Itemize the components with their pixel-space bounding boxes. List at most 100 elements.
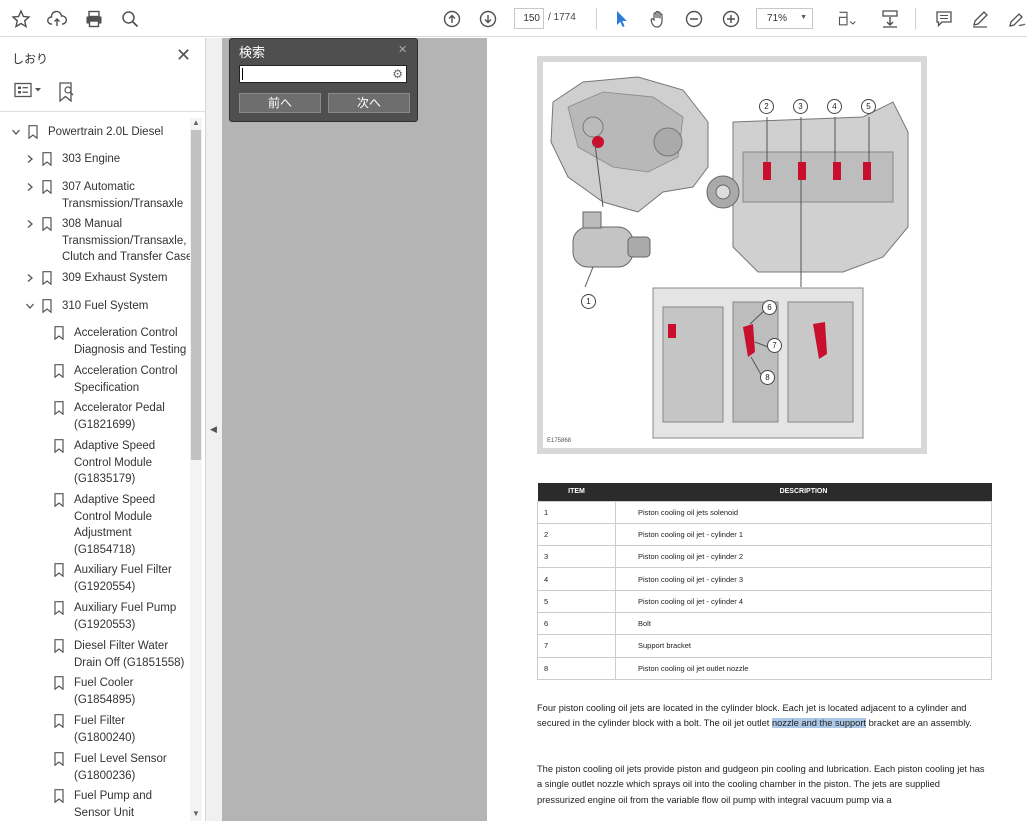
bookmark-label: 307 Automatic Transmission/Transaxle [62, 181, 184, 210]
table-row: 4 Piston cooling oil jet - cylinder 3 [537, 567, 992, 591]
column-header-item: ITEM [537, 483, 616, 501]
item-description: Piston cooling oil jet - cylinder 4 [615, 589, 992, 613]
find-input[interactable]: ⚙ [239, 65, 407, 83]
bookmark-icon [54, 401, 64, 416]
find-prev-button[interactable]: 前へ [239, 93, 321, 113]
gear-icon[interactable]: ⚙ [392, 67, 403, 81]
bookmark-item[interactable]: Diesel Filter Water Drain Off (G1851558) [54, 638, 190, 671]
select-cursor-icon[interactable] [608, 6, 634, 32]
bookmark-item[interactable]: 310 Fuel System [24, 298, 190, 315]
bookmark-item[interactable]: 309 Exhaust System [24, 270, 190, 287]
engine-illustration: 1 2 3 4 5 6 7 8 E175868 [537, 56, 927, 454]
bookmark-label: Fuel Level Sensor (G1800236) [74, 753, 167, 782]
scroll-up-arrow[interactable]: ▲ [192, 118, 200, 127]
comment-icon[interactable] [931, 6, 957, 32]
star-icon[interactable] [8, 6, 34, 32]
engine-drawing [550, 76, 909, 439]
bookmark-icon [54, 563, 64, 578]
chevron-right-icon[interactable] [24, 216, 36, 232]
paragraph-1-text-end: bracket are an assembly. [866, 718, 972, 729]
paragraph-1[interactable]: Four piston cooling oil jets are located… [537, 701, 985, 732]
bookmark-item[interactable]: 308 Manual Transmission/Transaxle, Clutch … [24, 216, 190, 266]
paragraph-2[interactable]: The piston cooling oil jets provide pist… [537, 762, 985, 808]
panel-title: しおり [12, 52, 49, 66]
item-description: Piston cooling oil jet outlet nozzle [615, 656, 992, 680]
bookmark-item[interactable]: Fuel Filter (G1800240) [54, 713, 190, 746]
toolbar-divider [915, 8, 916, 30]
chevron-right-icon[interactable] [24, 151, 36, 167]
bookmark-item[interactable]: Acceleration Control Specification [54, 363, 190, 396]
panel-splitter[interactable]: ◀ [206, 38, 222, 821]
scroll-down-arrow[interactable]: ▼ [192, 809, 200, 818]
table-row: 3 Piston cooling oil jet - cylinder 2 [537, 545, 992, 569]
print-icon[interactable] [81, 6, 107, 32]
sign-icon[interactable] [1004, 6, 1027, 32]
zoom-select[interactable]: 71% ▼ [756, 8, 813, 29]
bookmark-item[interactable]: Fuel Level Sensor (G1800236) [54, 751, 190, 784]
item-description: Piston cooling oil jets solenoid [615, 500, 992, 524]
zoom-in-icon[interactable] [718, 6, 744, 32]
page-up-icon[interactable] [439, 6, 465, 32]
bookmark-icon [54, 326, 64, 341]
pen-icon[interactable] [967, 6, 993, 32]
table-row: 8 Piston cooling oil jet outlet nozzle [537, 656, 992, 680]
item-description: Piston cooling oil jet - cylinder 1 [615, 522, 992, 547]
close-icon[interactable]: ✕ [176, 45, 191, 66]
close-find-icon[interactable]: ✕ [398, 43, 407, 56]
bookmark-item[interactable]: Powertrain 2.0L Diesel [10, 124, 184, 141]
page-total-label: / 1774 [548, 12, 576, 23]
options-menu-icon[interactable] [14, 82, 44, 98]
callout-6: 6 [762, 300, 777, 315]
bookmark-label: Diesel Filter Water Drain Off (G1851558) [74, 640, 185, 669]
page-down-icon[interactable] [475, 6, 501, 32]
callout-3: 3 [793, 99, 808, 114]
chevron-right-icon[interactable] [24, 270, 36, 286]
table-row: 5 Piston cooling oil jet - cylinder 4 [537, 589, 992, 613]
item-number: 8 [537, 656, 616, 680]
bookmark-item[interactable]: Fuel Cooler (G1854895) [54, 675, 190, 708]
bookmark-icon [28, 125, 38, 140]
chevron-right-icon[interactable] [24, 179, 36, 195]
bookmark-icon [54, 676, 64, 691]
bookmark-item[interactable]: Adaptive Speed Control Module (G1835179) [54, 438, 190, 488]
page-number-input[interactable]: 150 [514, 8, 544, 29]
chevron-down-icon[interactable] [10, 124, 22, 140]
bookmark-item[interactable]: Acceleration Control Diagnosis and Testin… [54, 325, 190, 358]
find-panel: 検索 ✕ ⚙ 前へ 次へ [229, 38, 418, 122]
bookmark-item[interactable]: Adaptive Speed Control Module Adjustment (G… [54, 492, 190, 558]
bookmark-label: Fuel Filter (G1800240) [74, 715, 136, 744]
text-cursor [242, 68, 243, 80]
find-bookmark-icon[interactable] [58, 82, 76, 102]
bookmark-item[interactable]: 307 Automatic Transmission/Transaxle [24, 179, 190, 212]
bookmark-icon [42, 180, 52, 195]
page-fit-icon[interactable] [832, 6, 862, 32]
zoom-out-icon[interactable] [681, 6, 707, 32]
bookmark-item[interactable]: Auxiliary Fuel Pump (G1920553) [54, 600, 190, 633]
panel-toolbar [0, 74, 206, 112]
chevron-down-icon[interactable] [24, 298, 36, 314]
collapse-panel-icon[interactable]: ◀ [210, 424, 217, 435]
bookmark-item[interactable]: Accelerator Pedal (G1821699) [54, 400, 190, 433]
table-row: 6 Bolt [537, 611, 992, 636]
scroll-mode-icon[interactable] [877, 6, 903, 32]
item-number: 5 [537, 589, 616, 613]
bookmark-icon [54, 439, 64, 454]
table-row: 2 Piston cooling oil jet - cylinder 1 [537, 522, 992, 547]
bookmark-label: Acceleration Control Specification [74, 365, 178, 394]
bookmark-label: 303 Engine [62, 153, 121, 165]
cloud-upload-icon[interactable] [44, 6, 70, 32]
sidebar-scrollbar[interactable]: ▲ ▼ [190, 118, 202, 821]
bookmark-icon [42, 217, 52, 232]
bookmark-label: Fuel Pump and Sensor Unit [74, 790, 152, 818]
scrollbar-thumb[interactable] [191, 130, 201, 460]
bookmark-item[interactable]: 303 Engine [24, 151, 190, 168]
search-icon[interactable] [117, 6, 143, 32]
callout-1: 1 [581, 294, 596, 309]
bookmark-icon [42, 271, 52, 286]
find-next-button[interactable]: 次へ [328, 93, 410, 113]
bookmark-item[interactable]: Fuel Pump and Sensor Unit [54, 788, 190, 818]
selected-text[interactable]: nozzle and the support [771, 718, 867, 729]
bookmark-icon [54, 364, 64, 379]
hand-tool-icon[interactable] [645, 6, 671, 32]
bookmark-item[interactable]: Auxiliary Fuel Filter (G1920554) [54, 562, 190, 595]
